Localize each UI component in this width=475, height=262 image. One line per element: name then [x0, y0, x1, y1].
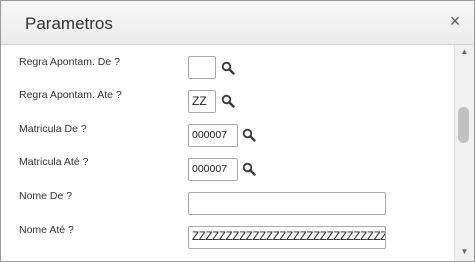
scroll-thumb[interactable] [458, 107, 469, 143]
parameters-form: Regra Apontam. De ? Regra Apontam. Ate ?… [1, 45, 454, 261]
parametros-dialog: Parametros × Regra Apontam. De ? Regra A… [0, 0, 475, 262]
search-icon[interactable] [242, 162, 256, 176]
matricula-ate-input[interactable]: 000007 [188, 158, 238, 181]
field-label: Regra Apontam. De ? [19, 56, 120, 68]
scroll-up-icon[interactable]: ▲ [455, 45, 474, 59]
field-label: Regra Apontam. Ate ? [19, 89, 122, 101]
dialog-titlebar: Parametros × [1, 1, 474, 45]
scroll-down-icon[interactable]: ▼ [455, 245, 474, 259]
search-icon[interactable] [242, 128, 256, 142]
search-icon[interactable] [221, 61, 235, 75]
field-label: Matricula De ? [19, 123, 87, 135]
search-icon[interactable] [221, 94, 235, 108]
field-label: Matricula Até ? [19, 156, 89, 168]
nome-ate-input[interactable]: ZZZZZZZZZZZZZZZZZZZZZZZZZZZZZZ [188, 226, 386, 249]
matricula-de-input[interactable]: 000007 [188, 124, 238, 147]
field-label: Nome De ? [19, 190, 73, 202]
nome-de-input[interactable] [188, 192, 386, 215]
vertical-scrollbar[interactable]: ▲ ▼ [454, 45, 474, 261]
dialog-title: Parametros [25, 14, 113, 33]
regra-de-input[interactable] [188, 56, 216, 79]
field-label: Nome Até ? [19, 224, 74, 236]
close-icon[interactable]: × [447, 12, 463, 30]
regra-ate-input[interactable]: ZZ [188, 90, 216, 113]
